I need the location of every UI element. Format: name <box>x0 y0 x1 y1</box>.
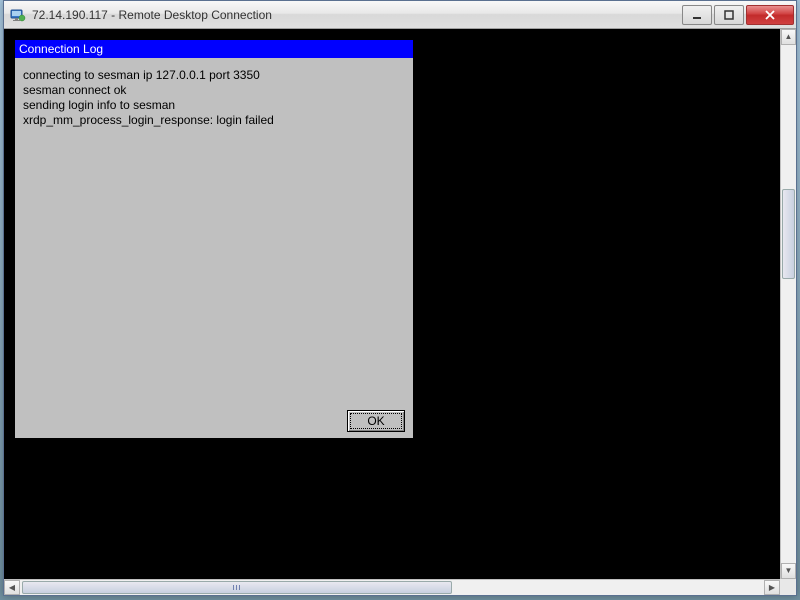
titlebar[interactable]: 72.14.190.117 - Remote Desktop Connectio… <box>4 1 796 29</box>
maximize-button[interactable] <box>714 5 744 25</box>
rdc-window: 72.14.190.117 - Remote Desktop Connectio… <box>3 0 797 596</box>
scroll-right-button[interactable]: ▶ <box>764 580 780 595</box>
dialog-body: connecting to sesman ip 127.0.0.1 port 3… <box>15 58 413 438</box>
horizontal-scrollbar[interactable]: ◀ ▶ <box>4 579 780 595</box>
window-title: 72.14.190.117 - Remote Desktop Connectio… <box>32 8 680 22</box>
scrollbar-corner <box>780 579 796 595</box>
scroll-left-button[interactable]: ◀ <box>4 580 20 595</box>
ok-button[interactable]: OK <box>347 410 405 432</box>
minimize-button[interactable] <box>682 5 712 25</box>
vertical-scroll-thumb[interactable] <box>782 189 795 279</box>
log-line: sesman connect ok <box>23 83 405 98</box>
dialog-title: Connection Log <box>15 40 413 58</box>
log-line: sending login info to sesman <box>23 98 405 113</box>
log-line: xrdp_mm_process_login_response: login fa… <box>23 113 405 128</box>
window-controls <box>680 5 794 25</box>
scroll-down-button[interactable]: ▼ <box>781 563 796 579</box>
dialog-buttons: OK <box>23 406 405 432</box>
vertical-scrollbar[interactable]: ▲ ▼ <box>780 29 796 579</box>
chevron-left-icon: ◀ <box>9 584 15 592</box>
chevron-down-icon: ▼ <box>785 567 793 575</box>
chevron-right-icon: ▶ <box>769 584 775 592</box>
log-line: connecting to sesman ip 127.0.0.1 port 3… <box>23 68 405 83</box>
connection-log-dialog: Connection Log connecting to sesman ip 1… <box>14 39 414 439</box>
log-area: connecting to sesman ip 127.0.0.1 port 3… <box>23 68 405 406</box>
client-area: Connection Log connecting to sesman ip 1… <box>4 29 796 595</box>
chevron-up-icon: ▲ <box>785 33 793 41</box>
rdc-icon <box>10 7 26 23</box>
scroll-up-button[interactable]: ▲ <box>781 29 796 45</box>
close-button[interactable] <box>746 5 794 25</box>
remote-viewport[interactable]: Connection Log connecting to sesman ip 1… <box>4 29 780 579</box>
horizontal-scroll-thumb[interactable] <box>22 581 452 594</box>
